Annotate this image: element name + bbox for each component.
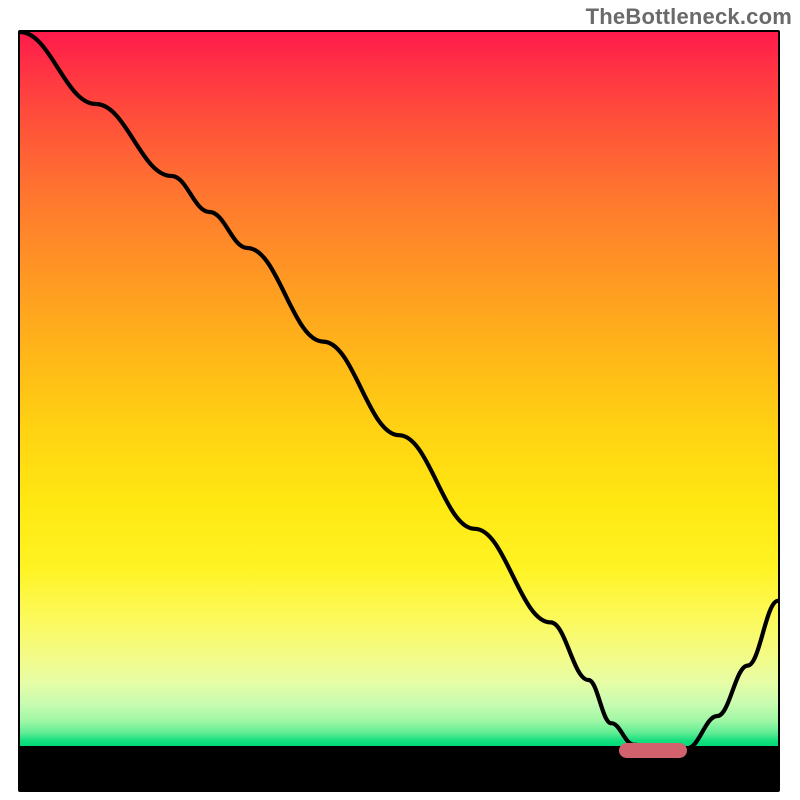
optimal-range-marker xyxy=(619,743,687,758)
watermark-text: TheBottleneck.com xyxy=(586,4,792,30)
chart-curve xyxy=(20,32,778,752)
chart-stage: TheBottleneck.com xyxy=(0,0,800,800)
bottleneck-curve-path xyxy=(20,32,778,748)
